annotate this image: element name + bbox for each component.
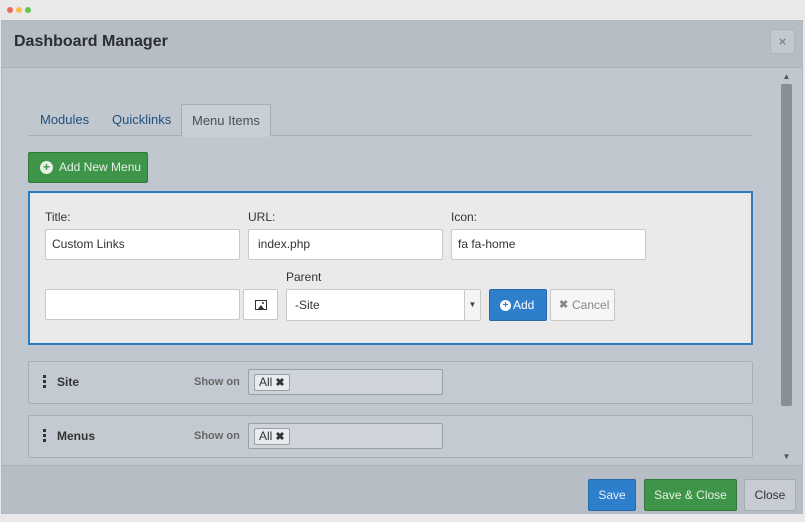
window-maximize-dot-icon[interactable] xyxy=(25,7,31,13)
tag-chip: All ✖ xyxy=(254,428,290,445)
menu-item-form: Title: Custom Links URL: index.php Icon:… xyxy=(28,191,753,345)
title-input[interactable]: Custom Links xyxy=(45,229,240,260)
add-button[interactable]: + Add xyxy=(489,289,547,321)
save-and-close-button[interactable]: Save & Close xyxy=(644,479,737,511)
close-button[interactable]: Close xyxy=(744,479,796,511)
plus-circle-icon: + xyxy=(500,300,511,311)
tab-bar: Modules Quicklinks Menu Items xyxy=(28,104,752,137)
times-icon: ✖ xyxy=(559,299,569,311)
tab-quicklinks[interactable]: Quicklinks xyxy=(102,104,181,136)
scroll-up-icon[interactable]: ▲ xyxy=(779,70,794,84)
menu-row-site[interactable]: Site Show on All ✖ xyxy=(28,361,753,404)
window-minimize-dot-icon[interactable] xyxy=(16,7,22,13)
parent-select[interactable]: -Site ▼ xyxy=(286,289,481,321)
modal-header: Dashboard Manager × xyxy=(2,21,802,68)
chevron-down-icon: ▼ xyxy=(464,290,480,320)
window-close-dot-icon[interactable] xyxy=(7,7,13,13)
menu-row-menus[interactable]: Menus Show on All ✖ xyxy=(28,415,753,458)
show-on-tag-input[interactable]: All ✖ xyxy=(248,423,443,449)
remove-tag-icon[interactable]: ✖ xyxy=(275,377,284,389)
tag-label: All xyxy=(259,375,273,389)
modal-scrollbar[interactable]: ▲ ▼ xyxy=(779,70,794,464)
tag-chip: All ✖ xyxy=(254,374,290,391)
modal-title: Dashboard Manager xyxy=(14,33,168,50)
image-input[interactable] xyxy=(45,289,240,320)
icon-label: Icon: xyxy=(451,210,478,224)
add-new-menu-label: Add New Menu xyxy=(59,160,142,174)
parent-selected-value: -Site xyxy=(295,298,320,312)
parent-label: Parent xyxy=(286,270,322,284)
window-titlebar xyxy=(0,0,805,20)
drag-handle-icon[interactable] xyxy=(43,429,46,442)
drag-handle-icon[interactable] xyxy=(43,375,46,388)
show-on-tag-input[interactable]: All ✖ xyxy=(248,369,443,395)
url-label: URL: xyxy=(248,210,276,224)
show-on-label: Show on xyxy=(194,430,240,442)
tag-label: All xyxy=(259,429,273,443)
dashboard-manager-modal: Dashboard Manager × Modules Quicklinks M… xyxy=(1,20,803,514)
scroll-down-icon[interactable]: ▼ xyxy=(779,450,794,464)
modal-close-icon[interactable]: × xyxy=(770,29,795,54)
add-button-label: Add xyxy=(513,298,535,312)
tab-menu-items[interactable]: Menu Items xyxy=(181,104,271,137)
icon-input[interactable]: fa fa-home xyxy=(451,229,646,260)
title-label: Title: xyxy=(45,210,71,224)
remove-tag-icon[interactable]: ✖ xyxy=(275,431,284,443)
url-input[interactable]: index.php xyxy=(248,229,443,260)
scroll-thumb[interactable] xyxy=(781,84,792,406)
cancel-button[interactable]: ✖ Cancel xyxy=(550,289,615,321)
plus-circle-icon: + xyxy=(40,161,53,174)
modal-footer: Save Save & Close Close xyxy=(2,465,802,513)
tab-modules[interactable]: Modules xyxy=(30,104,99,136)
page-background xyxy=(0,514,805,522)
menu-row-name: Menus xyxy=(57,429,96,443)
menu-row-name: Site xyxy=(57,375,80,389)
image-picker-button[interactable] xyxy=(243,289,278,320)
image-icon xyxy=(255,300,267,310)
modal-body: Modules Quicklinks Menu Items + Add New … xyxy=(2,68,780,465)
add-new-menu-button[interactable]: + Add New Menu xyxy=(28,152,148,183)
show-on-label: Show on xyxy=(194,376,240,388)
cancel-button-label: Cancel xyxy=(572,298,610,312)
save-button[interactable]: Save xyxy=(588,479,636,511)
